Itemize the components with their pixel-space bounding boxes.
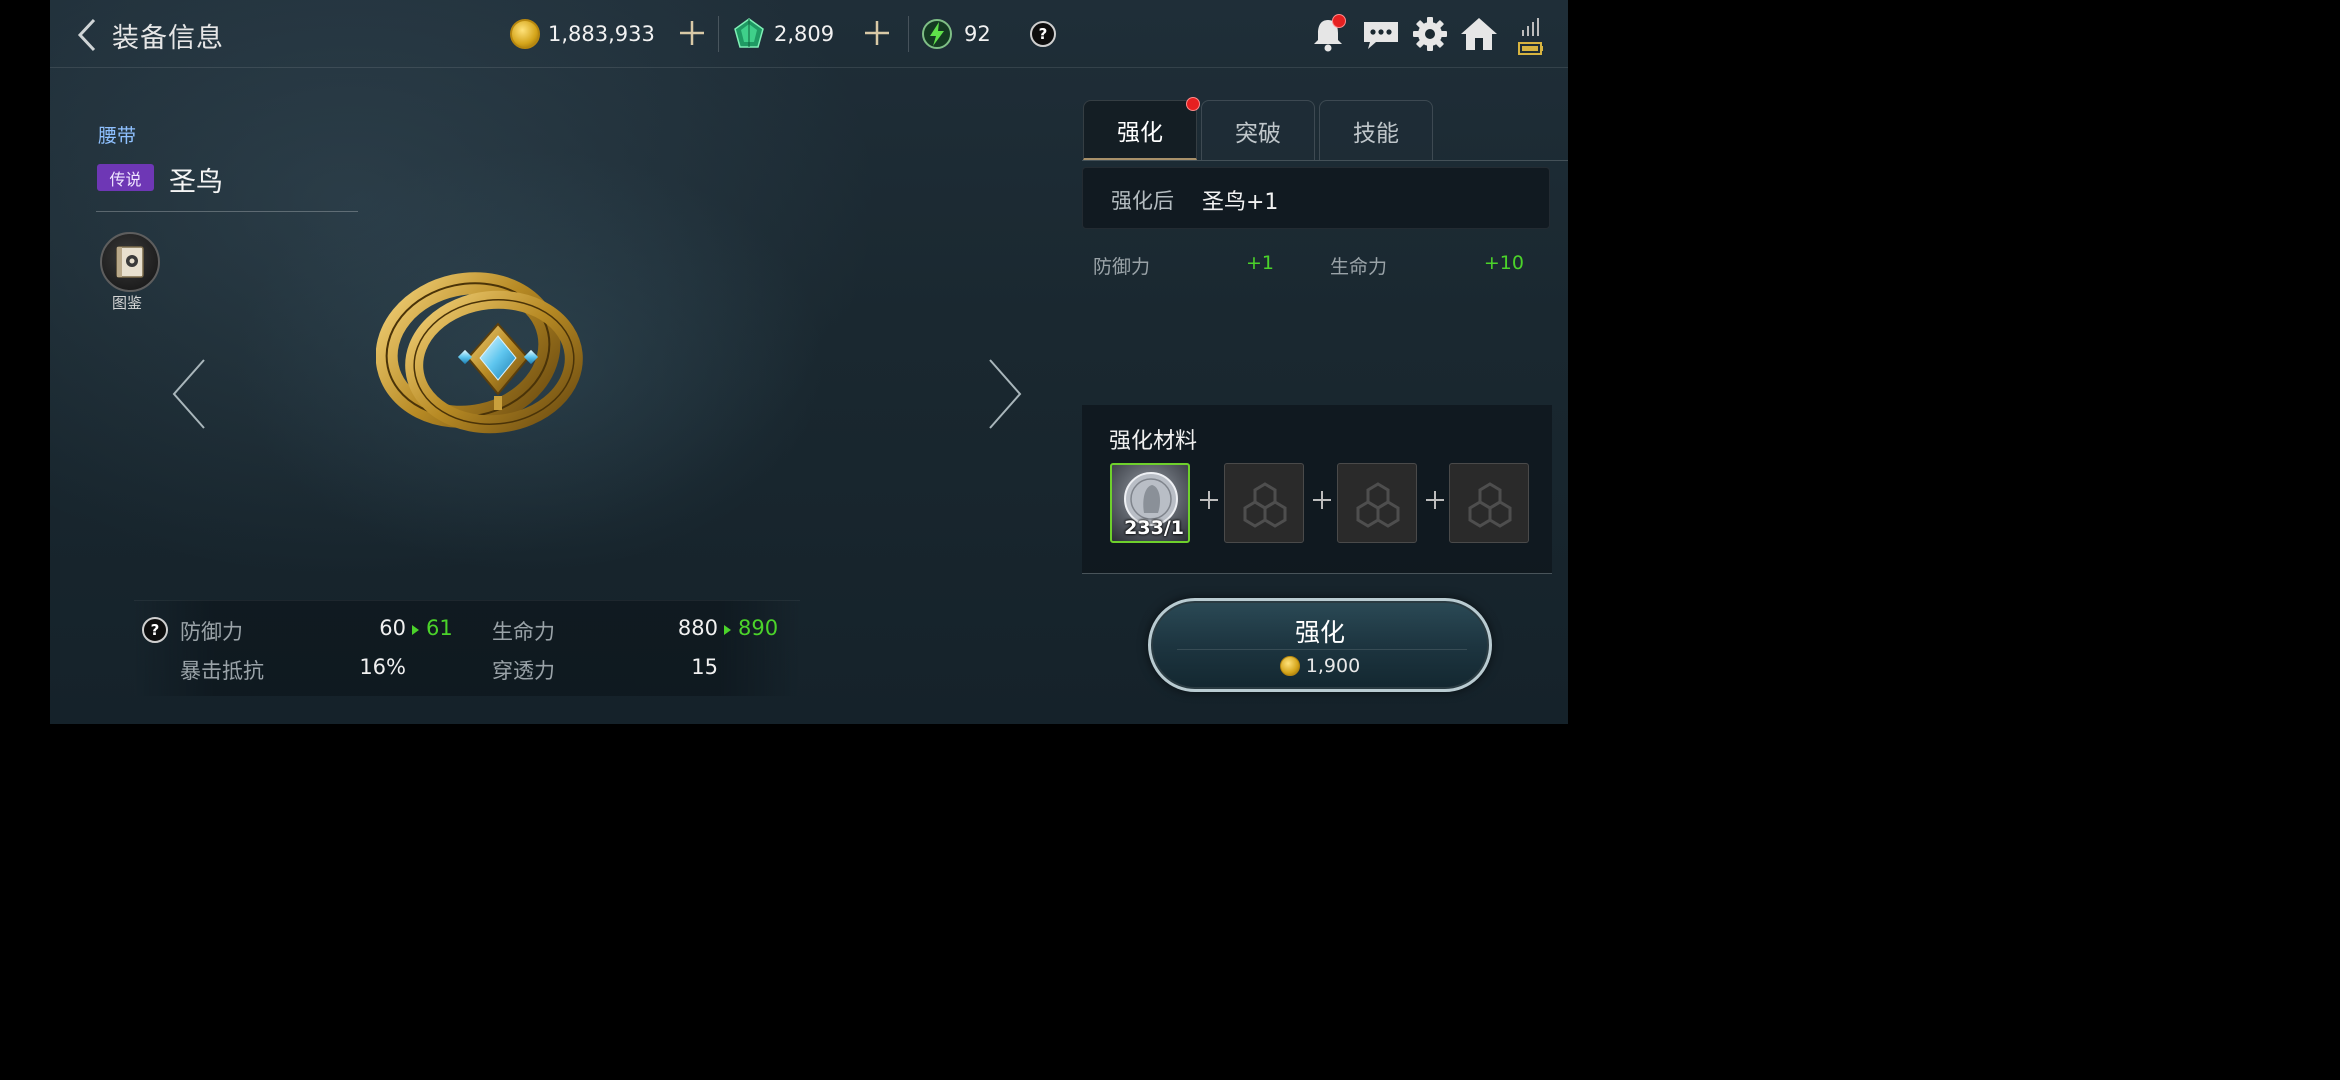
stat-label: 穿透力 (492, 659, 555, 683)
tab-notification-badge (1186, 97, 1200, 111)
gold-coin-icon (510, 19, 540, 49)
increase-arrow-icon (724, 625, 731, 635)
notification-badge (1332, 14, 1346, 28)
stat-label: 生命力 (492, 620, 555, 644)
belt-ring-item-image (376, 272, 583, 434)
plus-icon (1200, 491, 1218, 509)
enhance-cost: 1,900 (1151, 655, 1489, 677)
item-name: 圣鸟 (169, 167, 223, 198)
page-title: 装备信息 (112, 23, 224, 54)
bonus-value: +1 (1245, 252, 1274, 274)
empty-slot-cubes-icon (1243, 482, 1287, 528)
stat-value: 60 (379, 616, 406, 640)
stat-value: 880 (677, 616, 718, 640)
stat-value: 16% (359, 655, 406, 679)
material-slot-empty[interactable] (1449, 463, 1529, 543)
divider (908, 16, 909, 52)
materials-title: 强化材料 (1109, 429, 1198, 454)
stat-value: 15 (691, 655, 718, 679)
rarity-badge: 传说 (97, 164, 154, 191)
stat-new-value: 61 (426, 616, 453, 640)
gem-currency: 2,809 (732, 14, 834, 54)
codex-book-icon (116, 246, 144, 278)
stats-help-button[interactable]: ? (142, 617, 168, 643)
item-stats-panel: ? 防御力 60 61 生命力 880 890 暴击抵抗 16% 穿透力 15 (134, 600, 800, 696)
increase-arrow-icon (412, 625, 419, 635)
divider (96, 211, 358, 212)
bonus-label: 防御力 (1093, 256, 1151, 278)
gem-amount: 2,809 (774, 22, 835, 46)
empty-slot-cubes-icon (1356, 482, 1400, 528)
stat-label: 防御力 (180, 620, 243, 644)
bonus-value: +10 (1483, 252, 1524, 274)
previous-item-arrow-icon[interactable] (170, 358, 210, 430)
enhance-button-label: 强化 (1294, 618, 1345, 647)
add-gem-button[interactable] (862, 18, 892, 48)
top-bar: 装备信息 1,883,933 2,809 92 ? (50, 0, 1568, 68)
divider (718, 16, 719, 52)
material-slot-coin[interactable]: 233/1 (1110, 463, 1190, 543)
materials-panel: 强化材料 233/1 (1082, 405, 1552, 573)
signal-battery-icon (1518, 18, 1543, 55)
chat-icon[interactable] (1360, 14, 1402, 54)
enhance-button[interactable]: 强化 1,900 (1148, 598, 1492, 692)
tab-breakthrough[interactable]: 突破 (1201, 100, 1315, 160)
energy-icon (922, 19, 952, 49)
material-slot-empty[interactable] (1224, 463, 1304, 543)
plus-icon (1426, 491, 1444, 509)
codex-button[interactable] (100, 232, 160, 292)
energy-amount: 92 (964, 22, 991, 46)
home-icon[interactable] (1458, 14, 1500, 54)
back-arrow-icon[interactable] (72, 16, 104, 54)
tab-enhance[interactable]: 强化 (1083, 100, 1197, 160)
codex-label: 图鉴 (112, 294, 143, 312)
plus-icon (1313, 491, 1331, 509)
stat-label: 暴击抵抗 (180, 659, 264, 683)
gear-icon[interactable] (1410, 14, 1450, 54)
equipment-info-screen: 装备信息 1,883,933 2,809 92 ? 腰带 传说 圣鸟 图鉴 ? … (50, 0, 1568, 724)
after-enhance-label: 强化后 (1111, 189, 1174, 213)
gold-coin-icon (1279, 656, 1300, 676)
bonus-label: 生命力 (1330, 256, 1388, 278)
material-slot-empty[interactable] (1337, 463, 1417, 543)
enhance-result-box: 强化后 圣鸟+1 (1082, 167, 1550, 229)
empty-slot-cubes-icon (1468, 482, 1512, 528)
add-gold-button[interactable] (677, 18, 707, 48)
energy-currency: 92 (918, 14, 991, 54)
after-enhance-item-name: 圣鸟+1 (1202, 190, 1279, 215)
next-item-arrow-icon[interactable] (984, 358, 1024, 430)
gold-currency: 1,883,933 (510, 14, 655, 54)
divider (1082, 573, 1552, 574)
material-count: 233/1 (1124, 517, 1184, 539)
green-crystal-icon (734, 18, 764, 48)
currency-help-button[interactable]: ? (1030, 21, 1056, 47)
enhance-cost-value: 1,900 (1305, 655, 1361, 677)
divider (1177, 649, 1467, 650)
stat-new-value: 890 (738, 616, 779, 640)
tab-skill[interactable]: 技能 (1319, 100, 1433, 160)
divider (1082, 160, 1568, 161)
item-type-label: 腰带 (98, 125, 137, 147)
gold-amount: 1,883,933 (548, 22, 655, 46)
